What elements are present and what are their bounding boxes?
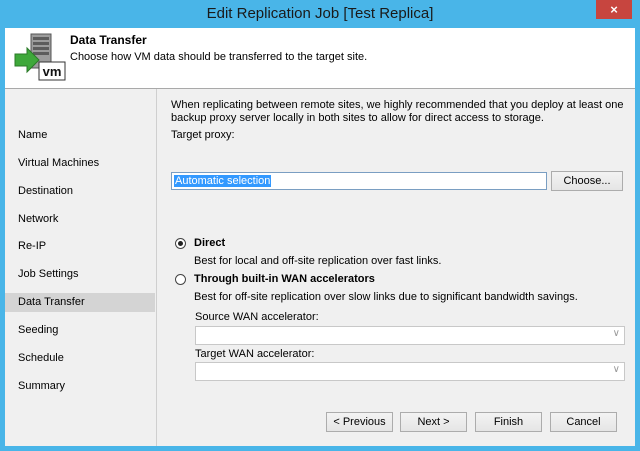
title-bar[interactable]: Edit Replication Job [Test Replica] × <box>0 0 640 28</box>
direct-description: Best for local and off-site replication … <box>194 255 442 267</box>
sidebar-item-network[interactable]: Network <box>5 210 155 229</box>
sidebar-item-job-settings[interactable]: Job Settings <box>5 265 155 284</box>
sidebar-item-data-transfer[interactable]: Data Transfer <box>5 293 155 312</box>
page-subtitle: Choose how VM data should be transferred… <box>70 51 368 63</box>
direct-label[interactable]: Direct <box>194 237 225 249</box>
sidebar-item-destination[interactable]: Destination <box>5 182 155 201</box>
source-wan-label: Source WAN accelerator: <box>195 311 319 323</box>
wizard-steps: Name Virtual Machines Destination Networ… <box>5 89 157 446</box>
window-title: Edit Replication Job [Test Replica] <box>206 5 434 22</box>
wizard-header: vm Data Transfer Choose how VM data shou… <box>5 28 635 89</box>
proxy-description: When replicating between remote sites, w… <box>171 99 624 124</box>
direct-radio[interactable] <box>175 238 186 249</box>
next-button[interactable]: Next > <box>400 412 467 432</box>
target-wan-select[interactable]: ∨ <box>195 362 625 381</box>
target-proxy-label: Target proxy: <box>171 129 235 141</box>
vm-icon-text: vm <box>43 64 62 79</box>
close-button[interactable]: × <box>596 0 632 19</box>
target-wan-label: Target WAN accelerator: <box>195 348 315 360</box>
dialog-window: Edit Replication Job [Test Replica] × vm… <box>0 0 640 451</box>
step-content: When replicating between remote sites, w… <box>157 89 635 446</box>
sidebar-item-seeding[interactable]: Seeding <box>5 321 155 340</box>
sidebar-item-summary[interactable]: Summary <box>5 377 155 396</box>
choose-proxy-button[interactable]: Choose... <box>551 171 623 191</box>
sidebar-item-name[interactable]: Name <box>5 126 155 145</box>
sidebar-item-virtual-machines[interactable]: Virtual Machines <box>5 154 155 173</box>
chevron-down-icon: ∨ <box>612 328 620 339</box>
radio-selected-dot <box>178 241 183 246</box>
wan-accelerator-radio[interactable] <box>175 274 186 285</box>
page-title: Data Transfer <box>70 33 147 47</box>
wan-accelerator-description: Best for off-site replication over slow … <box>194 291 578 303</box>
wan-accelerator-label[interactable]: Through built-in WAN accelerators <box>194 273 375 285</box>
finish-button[interactable]: Finish <box>475 412 542 432</box>
target-proxy-value: Automatic selection <box>174 175 272 187</box>
source-wan-select[interactable]: ∨ <box>195 326 625 345</box>
chevron-down-icon: ∨ <box>612 364 620 375</box>
sidebar-item-schedule[interactable]: Schedule <box>5 349 155 368</box>
cancel-button[interactable]: Cancel <box>550 412 617 432</box>
target-proxy-field[interactable]: Automatic selection <box>171 172 547 190</box>
dialog-client: vm Data Transfer Choose how VM data shou… <box>5 28 635 446</box>
previous-button[interactable]: < Previous <box>326 412 393 432</box>
sidebar-item-re-ip[interactable]: Re-IP <box>5 237 155 256</box>
vm-transfer-icon: vm <box>14 33 66 81</box>
